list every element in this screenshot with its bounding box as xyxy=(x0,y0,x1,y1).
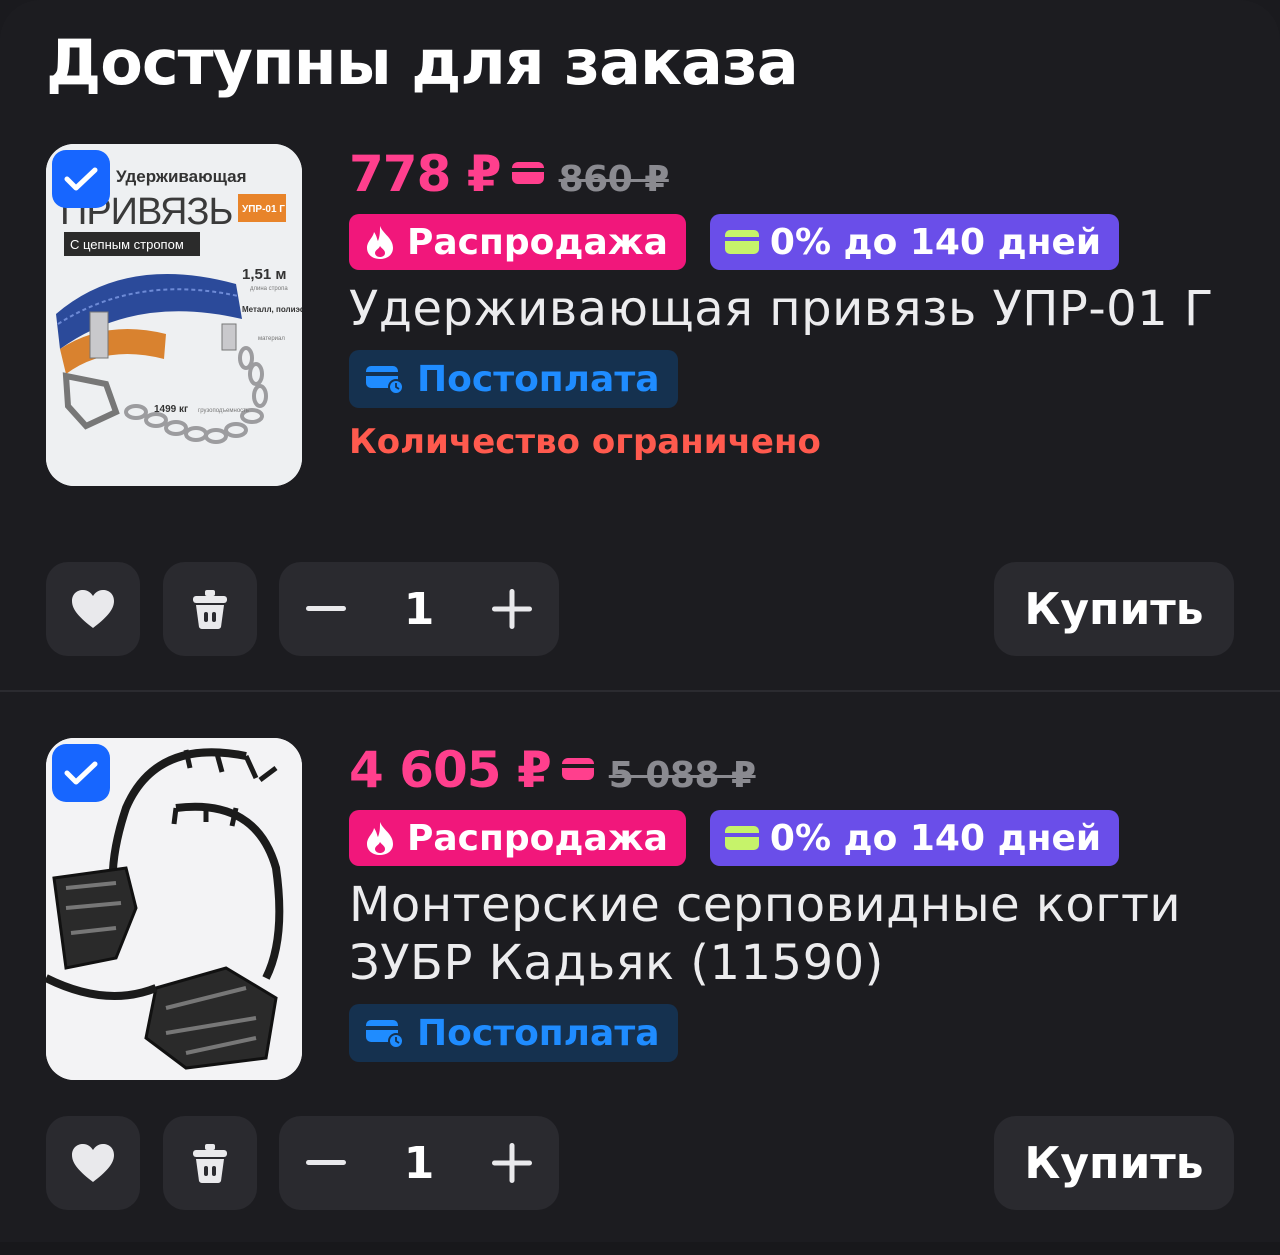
minus-icon xyxy=(306,1160,346,1165)
product-title[interactable]: Монтерские серповидные когти ЗУБР Кадьяк… xyxy=(349,876,1229,992)
sale-badge-label: Распродажа xyxy=(407,221,668,263)
cart-available-section: Доступны для заказа Удерживающая ПРИВЯЗЬ… xyxy=(0,0,1280,1242)
installment-badge[interactable]: 0% до 140 дней xyxy=(709,214,1120,270)
quantity-value: 1 xyxy=(403,583,435,635)
price-row: 778 ₽ 860 ₽ xyxy=(349,140,1249,208)
stock-limited-note: Количество ограничено xyxy=(349,422,821,462)
buy-button[interactable]: Купить xyxy=(994,1116,1234,1210)
postpay-card-icon xyxy=(365,1017,405,1049)
card-icon xyxy=(724,229,760,255)
fire-icon xyxy=(363,224,397,260)
current-price: 778 ₽ xyxy=(349,145,502,203)
price-row: 4 605 ₽ 5 088 ₽ xyxy=(349,736,1249,804)
image-brand-top: Удерживающая xyxy=(116,167,247,186)
current-price: 4 605 ₽ xyxy=(349,741,552,799)
image-length: 1,51 м xyxy=(242,266,286,283)
wallet-icon xyxy=(511,159,545,189)
promo-badges: Распродажа 0% до 140 дней xyxy=(349,214,1249,270)
sale-badge-label: Распродажа xyxy=(407,817,668,859)
quantity-stepper: 1 xyxy=(279,562,559,656)
wallet-icon xyxy=(561,755,595,785)
favorite-button[interactable] xyxy=(46,562,140,656)
old-price: 860 ₽ xyxy=(558,158,670,200)
item-info: 778 ₽ 860 ₽ Распродажа 0% до 140 дней Уд… xyxy=(349,140,1249,462)
plus-icon xyxy=(492,589,532,629)
installment-badge-label: 0% до 140 дней xyxy=(769,221,1102,263)
section-title: Доступны для заказа xyxy=(46,26,799,99)
check-icon xyxy=(64,761,98,785)
trash-icon xyxy=(193,590,227,629)
plus-icon xyxy=(492,1143,532,1183)
sale-badge[interactable]: Распродажа xyxy=(349,810,686,866)
postpay-card-icon xyxy=(365,363,405,395)
bottom-divider xyxy=(0,1242,1280,1255)
trash-icon xyxy=(193,1144,227,1183)
image-model-tag: УПР-01 Г xyxy=(242,204,285,215)
image-length-caption: длина стропа xyxy=(250,286,288,292)
installment-badge-label: 0% до 140 дней xyxy=(769,817,1102,859)
card-icon xyxy=(724,825,760,851)
item-select-checkbox[interactable] xyxy=(52,150,110,208)
image-materials-caption: материал xyxy=(258,336,285,342)
cart-item: Удерживающая ПРИВЯЗЬ УПР-01 Г С цепным с… xyxy=(0,140,1280,690)
increase-quantity-button[interactable] xyxy=(465,562,559,656)
minus-icon xyxy=(306,606,346,611)
postpay-badge[interactable]: Постоплата xyxy=(349,350,678,408)
image-load-caption: грузоподъемность xyxy=(198,408,249,414)
promo-badges: Распродажа 0% до 140 дней xyxy=(349,810,1249,866)
heart-icon xyxy=(72,1144,114,1182)
old-price: 5 088 ₽ xyxy=(608,754,756,796)
decrease-quantity-button[interactable] xyxy=(279,562,373,656)
decrease-quantity-button[interactable] xyxy=(279,1116,373,1210)
delete-button[interactable] xyxy=(163,562,257,656)
item-info: 4 605 ₽ 5 088 ₽ Распродажа 0% до 140 дне… xyxy=(349,736,1249,1062)
installment-badge[interactable]: 0% до 140 дней xyxy=(709,810,1120,866)
delete-button[interactable] xyxy=(163,1116,257,1210)
image-subtitle: С цепным стропом xyxy=(70,237,184,252)
quantity-stepper: 1 xyxy=(279,1116,559,1210)
postpay-label: Постоплата xyxy=(417,1012,660,1054)
image-load: 1499 кг xyxy=(154,404,188,415)
item-actions: 1 Купить xyxy=(46,562,1234,656)
cart-item: 4 605 ₽ 5 088 ₽ Распродажа 0% до 140 дне… xyxy=(0,690,1280,1242)
image-materials: Металл, полиэфир, текстиль xyxy=(242,305,302,314)
sale-badge[interactable]: Распродажа xyxy=(349,214,686,270)
product-title[interactable]: Удерживающая привязь УПР-01 Г xyxy=(349,280,1229,338)
item-select-checkbox[interactable] xyxy=(52,744,110,802)
quantity-value: 1 xyxy=(403,1137,435,1189)
item-actions: 1 Купить xyxy=(46,1116,1234,1210)
favorite-button[interactable] xyxy=(46,1116,140,1210)
postpay-label: Постоплата xyxy=(417,358,660,400)
increase-quantity-button[interactable] xyxy=(465,1116,559,1210)
check-icon xyxy=(64,167,98,191)
buy-button[interactable]: Купить xyxy=(994,562,1234,656)
fire-icon xyxy=(363,820,397,856)
postpay-badge[interactable]: Постоплата xyxy=(349,1004,678,1062)
heart-icon xyxy=(72,590,114,628)
